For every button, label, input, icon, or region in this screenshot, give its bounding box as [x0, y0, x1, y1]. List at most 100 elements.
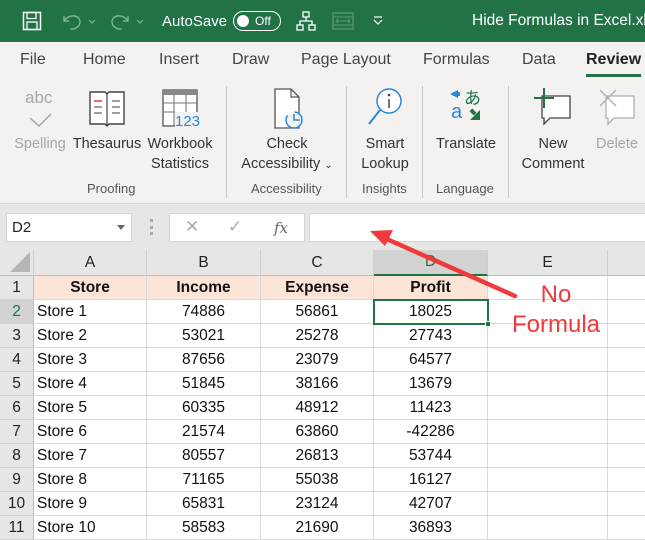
tab-home[interactable]: Home [83, 51, 126, 69]
thesaurus-button[interactable]: Thesaurus [72, 86, 142, 154]
tab-page-layout[interactable]: Page Layout [301, 51, 391, 69]
cell-a5[interactable]: Store 4 [34, 372, 147, 396]
row-header-11[interactable]: 11 [0, 516, 34, 540]
cell-b11[interactable]: 58583 [147, 516, 261, 540]
cell-d9[interactable]: 16127 [374, 468, 488, 492]
tab-formulas[interactable]: Formulas [423, 51, 490, 69]
spelling-button[interactable]: abc Spelling [10, 86, 70, 154]
cell-e9[interactable] [488, 468, 608, 492]
cell-c1[interactable]: Expense [261, 276, 374, 300]
row-header-9[interactable]: 9 [0, 468, 34, 492]
cell-b9[interactable]: 71165 [147, 468, 261, 492]
redo-button[interactable] [108, 0, 144, 42]
cell-d2[interactable]: 18025 [374, 300, 488, 324]
cell-b10[interactable]: 65831 [147, 492, 261, 516]
column-header-e[interactable]: E [488, 250, 608, 276]
row-header-10[interactable]: 10 [0, 492, 34, 516]
column-header-f[interactable] [608, 250, 645, 276]
new-comment-button[interactable]: New Comment [516, 86, 590, 174]
cell-d11[interactable]: 36893 [374, 516, 488, 540]
delete-comment-button[interactable]: Delete [592, 86, 642, 154]
cell-e6[interactable] [488, 396, 608, 420]
cell-d10[interactable]: 42707 [374, 492, 488, 516]
cell-e8[interactable] [488, 444, 608, 468]
cell-e5[interactable] [488, 372, 608, 396]
cell-d3[interactable]: 27743 [374, 324, 488, 348]
cell-c11[interactable]: 21690 [261, 516, 374, 540]
formula-input[interactable] [309, 213, 645, 242]
cell-a10[interactable]: Store 9 [34, 492, 147, 516]
cell-a8[interactable]: Store 7 [34, 444, 147, 468]
cell-b5[interactable]: 51845 [147, 372, 261, 396]
compare-button[interactable] [332, 0, 354, 42]
cell-e7[interactable] [488, 420, 608, 444]
select-all-button[interactable] [0, 250, 34, 276]
cell-a7[interactable]: Store 6 [34, 420, 147, 444]
cell-a1[interactable]: Store [34, 276, 147, 300]
cell-c8[interactable]: 26813 [261, 444, 374, 468]
autosave-toggle[interactable]: Off [233, 11, 282, 31]
cell-d5[interactable]: 13679 [374, 372, 488, 396]
cell-f10[interactable] [608, 492, 645, 516]
cell-a4[interactable]: Store 3 [34, 348, 147, 372]
cell-c7[interactable]: 63860 [261, 420, 374, 444]
translate-button[interactable]: aあ Translate [430, 86, 502, 154]
cell-c3[interactable]: 25278 [261, 324, 374, 348]
cell-c2[interactable]: 56861 [261, 300, 374, 324]
cell-a9[interactable]: Store 8 [34, 468, 147, 492]
cell-b3[interactable]: 53021 [147, 324, 261, 348]
row-header-2[interactable]: 2 [0, 300, 34, 324]
cell-d7[interactable]: -42286 [374, 420, 488, 444]
cell-f5[interactable] [608, 372, 645, 396]
hierarchy-button[interactable] [296, 0, 316, 42]
row-header-6[interactable]: 6 [0, 396, 34, 420]
tab-data[interactable]: Data [522, 51, 556, 69]
cell-d8[interactable]: 53744 [374, 444, 488, 468]
row-header-3[interactable]: 3 [0, 324, 34, 348]
row-header-7[interactable]: 7 [0, 420, 34, 444]
workbook-statistics-button[interactable]: 123 Workbook Statistics [144, 86, 216, 174]
row-header-4[interactable]: 4 [0, 348, 34, 372]
column-header-b[interactable]: B [147, 250, 261, 276]
cell-c10[interactable]: 23124 [261, 492, 374, 516]
cell-e4[interactable] [488, 348, 608, 372]
name-box-dropdown-icon[interactable] [117, 225, 125, 230]
customize-toolbar-button[interactable] [372, 0, 384, 42]
cell-f11[interactable] [608, 516, 645, 540]
cell-b4[interactable]: 87656 [147, 348, 261, 372]
tab-review[interactable]: Review [586, 51, 642, 77]
check-accessibility-button[interactable]: Check Accessibility ⌄ [234, 86, 340, 176]
undo-button[interactable] [60, 0, 96, 42]
save-button[interactable] [22, 0, 42, 42]
name-box[interactable]: D2 [6, 213, 132, 242]
smart-lookup-button[interactable]: Smart Lookup [354, 86, 416, 174]
row-header-5[interactable]: 5 [0, 372, 34, 396]
cell-c6[interactable]: 48912 [261, 396, 374, 420]
cell-a3[interactable]: Store 2 [34, 324, 147, 348]
column-header-d[interactable]: D [374, 250, 488, 276]
formula-bar-resize-handle[interactable] [150, 219, 153, 235]
cell-d4[interactable]: 64577 [374, 348, 488, 372]
cell-f7[interactable] [608, 420, 645, 444]
cell-c9[interactable]: 55038 [261, 468, 374, 492]
row-header-1[interactable]: 1 [0, 276, 34, 300]
cell-f6[interactable] [608, 396, 645, 420]
cell-d6[interactable]: 11423 [374, 396, 488, 420]
cell-e10[interactable] [488, 492, 608, 516]
cell-b7[interactable]: 21574 [147, 420, 261, 444]
cell-b8[interactable]: 80557 [147, 444, 261, 468]
row-header-8[interactable]: 8 [0, 444, 34, 468]
cell-b2[interactable]: 74886 [147, 300, 261, 324]
cell-a11[interactable]: Store 10 [34, 516, 147, 540]
cell-f4[interactable] [608, 348, 645, 372]
cell-b6[interactable]: 60335 [147, 396, 261, 420]
cell-e11[interactable] [488, 516, 608, 540]
cell-f9[interactable] [608, 468, 645, 492]
enter-icon[interactable]: ✓ [228, 217, 242, 237]
cell-c4[interactable]: 23079 [261, 348, 374, 372]
cell-c5[interactable]: 38166 [261, 372, 374, 396]
column-header-c[interactable]: C [261, 250, 374, 276]
tab-draw[interactable]: Draw [232, 51, 269, 69]
cell-a6[interactable]: Store 5 [34, 396, 147, 420]
cell-d1[interactable]: Profit [374, 276, 488, 300]
